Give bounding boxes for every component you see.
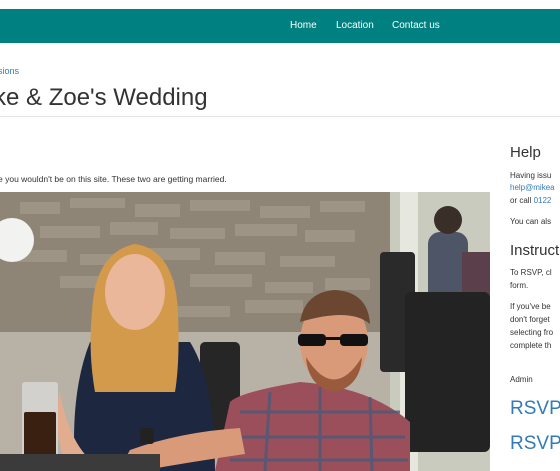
sunglasses-right-lens: [340, 334, 368, 346]
help-call-prefix: or call: [510, 196, 534, 205]
nav-contact-link[interactable]: Contact us: [392, 9, 440, 43]
top-navbar: Home Location Contact us: [0, 9, 560, 43]
woman-face: [105, 254, 165, 330]
intro-text: e you wouldn't be on this site. These tw…: [0, 174, 227, 184]
drink-liquid: [24, 412, 56, 458]
instructions-text-3: If you've be: [510, 302, 551, 311]
page-title: ke & Zoe's Wedding: [0, 84, 208, 111]
sunglasses-bridge: [326, 337, 340, 340]
instructions-text-2: form.: [510, 281, 529, 290]
help-call-line: or call 0122: [510, 196, 551, 205]
couple-photo-drawing: [0, 192, 490, 471]
breadcrumb-link[interactable]: sions: [0, 66, 19, 76]
instructions-text-5: selecting fro: [510, 328, 554, 337]
sidebar: Help Having issu help@mikea or call 0122…: [510, 0, 560, 471]
nav-home-link[interactable]: Home: [290, 9, 317, 43]
instructions-text-4: don't forget: [510, 315, 550, 324]
guest-head: [434, 206, 462, 234]
instructions-text-1: To RSVP, cl: [510, 268, 552, 277]
couple-photo: [0, 192, 490, 471]
help-extra-text: You can als: [510, 217, 552, 226]
help-text: Having issu: [510, 171, 552, 180]
sunglasses-left-lens: [298, 334, 326, 346]
instructions-heading: Instruct: [510, 242, 560, 259]
title-divider: [0, 116, 560, 117]
wristwatch: [140, 428, 154, 444]
chair-right: [405, 292, 490, 452]
help-heading: Help: [510, 144, 541, 161]
rsvp-button-2[interactable]: RSVP: [510, 433, 560, 455]
help-email-link[interactable]: help@mikea: [510, 183, 555, 192]
table: [0, 454, 160, 471]
help-phone-link[interactable]: 0122: [534, 196, 552, 205]
nav-location-link[interactable]: Location: [336, 9, 374, 43]
instructions-text-6: complete th: [510, 341, 552, 350]
admin-label: Admin: [510, 375, 533, 384]
rsvp-button-1[interactable]: RSVP: [510, 398, 560, 420]
